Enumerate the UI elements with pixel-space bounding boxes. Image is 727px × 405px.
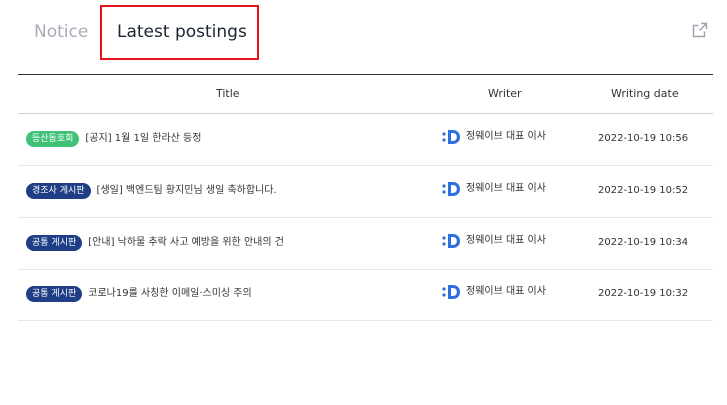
writer-name: 정웨이브 대표 이사 — [466, 286, 546, 297]
column-header-writer: Writer — [488, 87, 522, 100]
writing-date: 2022-10-19 10:32 — [598, 288, 689, 299]
post-title-cell[interactable]: 공통 게시판 [안내] 낙하물 추락 사고 예방을 위한 안내의 건 — [26, 235, 284, 251]
category-badge: 공통 게시판 — [26, 235, 83, 251]
writer-name: 정웨이브 대표 이사 — [466, 235, 546, 246]
post-title[interactable]: 코로나19를 사칭한 이메일·스미싱 주의 — [88, 286, 251, 302]
company-logo-icon — [442, 234, 460, 248]
writer-cell: 정웨이브 대표 이사 — [442, 180, 546, 198]
table-row[interactable]: 공통 게시판 코로나19를 사칭한 이메일·스미싱 주의 정웨이브 대표 이사 … — [18, 269, 713, 321]
latest-postings-widget: Notice Latest postings Title Writer Writ… — [0, 0, 727, 405]
post-title[interactable]: [안내] 낙하물 추락 사고 예방을 위한 안내의 건 — [88, 235, 284, 251]
column-header-title: Title — [216, 87, 240, 100]
post-title-cell[interactable]: 경조사 게시판 [생일] 백엔드팀 황지민님 생일 축하합니다. — [26, 183, 277, 199]
company-logo-icon — [442, 182, 460, 196]
tab-bar: Notice Latest postings — [18, 0, 713, 75]
writer-name: 정웨이브 대표 이사 — [466, 131, 546, 142]
writing-date: 2022-10-19 10:34 — [598, 237, 689, 248]
writer-name: 정웨이브 대표 이사 — [466, 183, 546, 194]
writer-cell: 정웨이브 대표 이사 — [442, 128, 546, 146]
external-link-icon[interactable] — [692, 22, 708, 38]
post-title-cell[interactable]: 공통 게시판 코로나19를 사칭한 이메일·스미싱 주의 — [26, 286, 252, 302]
category-badge: 등산동호회 — [26, 131, 80, 147]
writer-cell: 정웨이브 대표 이사 — [442, 283, 546, 301]
post-title[interactable]: [생일] 백엔드팀 황지민님 생일 축하합니다. — [97, 183, 277, 199]
table-row[interactable]: 공통 게시판 [안내] 낙하물 추락 사고 예방을 위한 안내의 건 정웨이브 … — [18, 218, 713, 270]
column-header-writing-date: Writing date — [611, 87, 679, 100]
writing-date: 2022-10-19 10:52 — [598, 185, 689, 196]
writing-date: 2022-10-19 10:56 — [598, 133, 689, 144]
category-badge: 경조사 게시판 — [26, 183, 91, 199]
tab-latest-postings[interactable]: Latest postings — [117, 20, 247, 44]
tab-notice[interactable]: Notice — [34, 20, 88, 44]
post-title[interactable]: [공지] 1월 1일 한라산 등정 — [85, 131, 201, 147]
writer-cell: 정웨이브 대표 이사 — [442, 232, 546, 250]
table-row[interactable]: 등산동호회 [공지] 1월 1일 한라산 등정 정웨이브 대표 이사 2022-… — [18, 114, 713, 166]
category-badge: 공통 게시판 — [26, 286, 83, 302]
table-header: Title Writer Writing date — [18, 75, 713, 114]
company-logo-icon — [442, 285, 460, 299]
table-row[interactable]: 경조사 게시판 [생일] 백엔드팀 황지민님 생일 축하합니다. 정웨이브 대표… — [18, 166, 713, 218]
post-title-cell[interactable]: 등산동호회 [공지] 1월 1일 한라산 등정 — [26, 131, 201, 147]
company-logo-icon — [442, 130, 460, 144]
